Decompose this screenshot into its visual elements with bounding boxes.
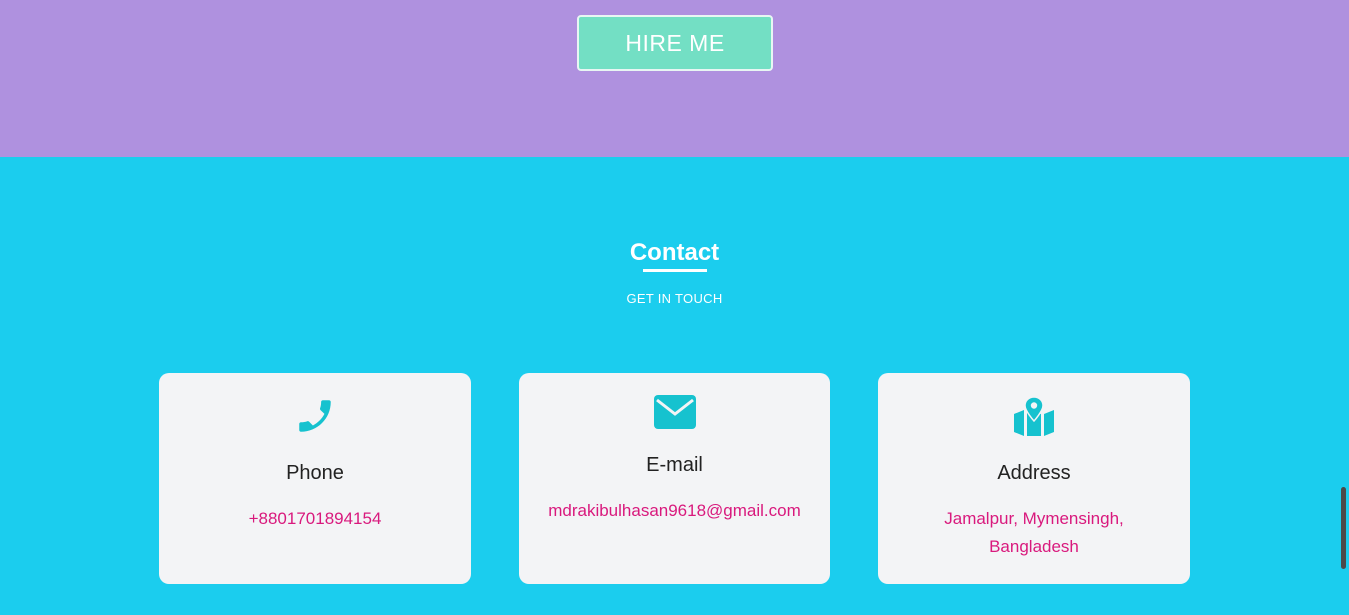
contact-card-phone: Phone +8801701894154	[159, 373, 471, 584]
hire-me-button[interactable]: HIRE ME	[577, 15, 773, 71]
envelope-icon	[519, 395, 830, 429]
contact-card-address: Address Jamalpur, Mymensingh, Bangladesh	[878, 373, 1190, 584]
phone-label: Phone	[286, 462, 344, 484]
scrollbar-thumb[interactable]	[1341, 487, 1346, 569]
phone-icon	[159, 395, 471, 437]
contact-section: Contact GET IN TOUCH Phone +880170189415…	[0, 157, 1349, 615]
page: HIRE ME Contact GET IN TOUCH Phone +8801…	[0, 0, 1349, 615]
email-label: E-mail	[646, 454, 703, 476]
title-underline	[643, 269, 707, 272]
contact-card-email: E-mail mdrakibulhasan9618@gmail.com	[519, 373, 830, 584]
phone-value[interactable]: +8801701894154	[179, 505, 451, 533]
map-marker-icon	[878, 397, 1190, 437]
address-value: Jamalpur, Mymensingh, Bangladesh	[944, 509, 1124, 556]
hero-section: HIRE ME	[0, 0, 1349, 157]
email-value[interactable]: mdrakibulhasan9618@gmail.com	[543, 497, 806, 525]
contact-subtitle: GET IN TOUCH	[626, 291, 723, 306]
address-label: Address	[997, 462, 1071, 484]
contact-title: Contact	[629, 239, 720, 266]
